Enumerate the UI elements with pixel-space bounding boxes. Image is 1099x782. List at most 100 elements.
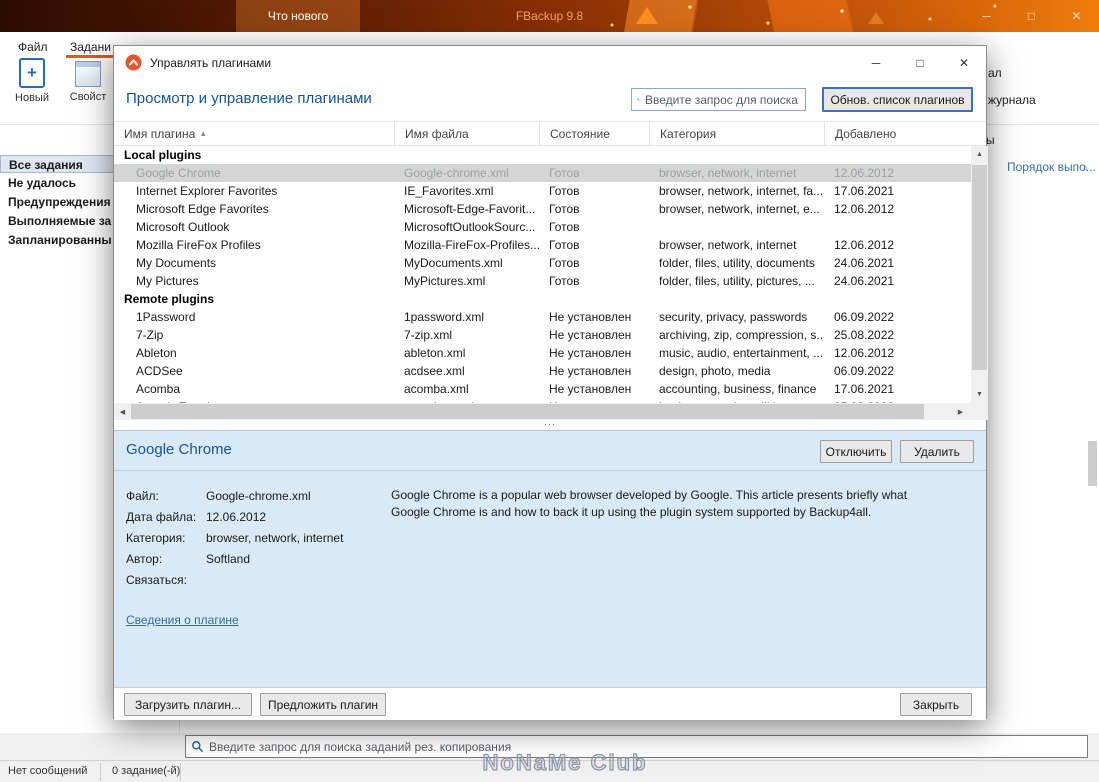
- table-row[interactable]: Microsoft Outlook MicrosoftOutlookSourc.…: [114, 218, 971, 236]
- maximize-button[interactable]: □: [1009, 0, 1054, 32]
- close-button[interactable]: ✕: [1054, 0, 1099, 32]
- cell-file-name: acdsee.xml: [404, 364, 465, 378]
- field-label: Файл:: [126, 489, 159, 503]
- task-search-box[interactable]: [185, 735, 1088, 758]
- cell-plugin-name: 7-Zip: [136, 328, 164, 342]
- column-header-state[interactable]: Состояние: [539, 122, 649, 146]
- minimize-button[interactable]: ─: [964, 0, 1009, 32]
- column-header-plugin-name[interactable]: Имя плагина ▲: [114, 122, 394, 146]
- status-messages: Нет сообщений: [8, 765, 88, 777]
- properties-label: Свойст: [69, 91, 107, 103]
- cell-plugin-name: Internet Explorer Favorites: [136, 184, 278, 198]
- details-divider: [114, 470, 986, 471]
- dialog-controls: ─ □ ✕: [854, 46, 986, 79]
- field-file: Файл: Google-chrome.xml: [126, 486, 343, 507]
- table-vertical-scrollbar[interactable]: ▲ ▼: [971, 146, 988, 403]
- table-row[interactable]: Microsoft Edge Favorites Microsoft-Edge-…: [114, 200, 971, 218]
- cell-state: Не установлен: [549, 328, 632, 342]
- table-row[interactable]: 1Password 1password.xml Не установлен se…: [114, 308, 971, 326]
- column-header-file-name[interactable]: Имя файла: [394, 122, 539, 146]
- cell-file-name: acomba.xml: [404, 382, 469, 396]
- main-list-scrollbar-thumb[interactable]: [1088, 441, 1097, 486]
- dialog-close-button[interactable]: ✕: [942, 46, 986, 79]
- table-row[interactable]: My Documents MyDocuments.xml Готов folde…: [114, 254, 971, 272]
- suggest-plugin-button[interactable]: Предложить плагин: [260, 693, 386, 716]
- status-task-count: 0 задание(-й): [112, 765, 181, 777]
- dialog-titlebar: Управлять плагинами ─ □ ✕: [114, 46, 986, 79]
- table-row[interactable]: Internet Explorer Favorites IE_Favorites…: [114, 182, 971, 200]
- field-value: browser, network, internet: [206, 531, 344, 545]
- cell-state: Готов: [549, 202, 580, 216]
- fbackup-main-window: Что нового FBackup 9.8 ─ □ ✕ Файл Задани…: [0, 0, 1099, 782]
- window-controls: ─ □ ✕: [964, 0, 1099, 32]
- refresh-plugin-list-button[interactable]: Обнов. список плагинов: [822, 87, 973, 112]
- table-group-row: Remote plugins: [124, 292, 215, 306]
- vertical-scrollbar-thumb[interactable]: [972, 165, 987, 370]
- cell-added: 12.06.2012: [834, 346, 895, 360]
- disable-plugin-button[interactable]: Отключить: [820, 440, 892, 463]
- field-label: Категория:: [126, 531, 186, 545]
- cell-added: 24.06.2021: [834, 274, 895, 288]
- table-row[interactable]: Google Chrome Google-chrome.xml Готов br…: [114, 164, 971, 182]
- cell-state: Не установлен: [549, 346, 632, 360]
- column-header-category[interactable]: Категория: [649, 122, 824, 146]
- tab-tasks[interactable]: Задани: [66, 36, 115, 58]
- task-search-input[interactable]: [209, 739, 1082, 754]
- plugin-search-box[interactable]: [631, 88, 806, 111]
- cell-added: 12.06.2012: [834, 166, 895, 180]
- titlebar-triangle-decoration-2: [868, 12, 884, 24]
- cell-state: Готов: [549, 256, 580, 270]
- status-separator: [100, 763, 101, 781]
- dialog-footer-close-button[interactable]: Закрыть: [900, 693, 972, 716]
- cell-plugin-name: My Documents: [136, 256, 217, 270]
- cell-file-name: MyPictures.xml: [404, 274, 486, 288]
- dialog-heading: Просмотр и управление плагинами: [126, 90, 372, 107]
- column-header-added[interactable]: Добавлено: [824, 122, 986, 146]
- window-title: FBackup 9.8: [515, 9, 584, 23]
- scroll-left-icon[interactable]: ◀: [114, 403, 131, 420]
- cell-file-name: Microsoft-Edge-Favorit...: [404, 202, 536, 216]
- plugin-search-input[interactable]: [645, 92, 800, 107]
- cell-category: browser, network, internet, fa...: [659, 184, 824, 198]
- search-icon: [637, 98, 640, 101]
- cell-plugin-name: Microsoft Outlook: [136, 220, 230, 234]
- field-value: Softland: [206, 552, 251, 566]
- properties-button[interactable]: Свойст: [62, 58, 114, 120]
- field-author: Автор: Softland: [126, 549, 343, 570]
- cell-category: [649, 218, 824, 236]
- cell-plugin-name: Google Chrome: [136, 166, 221, 180]
- table-row[interactable]: ACDSee acdsee.xml Не установлен design, …: [114, 362, 971, 380]
- scroll-up-icon[interactable]: ▲: [971, 146, 988, 163]
- whats-new-tab[interactable]: Что нового: [236, 0, 360, 32]
- scroll-right-icon[interactable]: ▶: [952, 403, 969, 420]
- cell-added: 17.06.2021: [834, 184, 895, 198]
- delete-plugin-button[interactable]: Удалить: [900, 440, 974, 463]
- tab-file[interactable]: Файл: [14, 36, 52, 58]
- new-task-button[interactable]: + Новый: [6, 58, 58, 120]
- plugin-details-panel: Google Chrome Отключить Удалить Файл: Goo…: [114, 430, 986, 687]
- horizontal-scrollbar-thumb[interactable]: [131, 404, 924, 419]
- field-category: Категория: browser, network, internet: [126, 528, 343, 549]
- panel-splitter[interactable]: ···: [114, 420, 986, 430]
- cell-added: 17.06.2021: [834, 382, 895, 396]
- table-row[interactable]: My Pictures MyPictures.xml Готов folder,…: [114, 272, 971, 290]
- cell-added: 12.06.2012: [834, 238, 895, 252]
- cell-category: browser, network, internet: [659, 238, 797, 252]
- scroll-down-icon[interactable]: ▼: [971, 386, 988, 403]
- dialog-maximize-button[interactable]: □: [898, 46, 942, 79]
- table-row[interactable]: Acomba acomba.xml Не установлен accounti…: [114, 380, 971, 398]
- download-plugin-button[interactable]: Загрузить плагин...: [124, 693, 252, 716]
- table-horizontal-scrollbar[interactable]: ◀ ▶: [114, 403, 988, 420]
- field-value: 12.06.2012: [206, 510, 267, 524]
- table-row[interactable]: Ableton ableton.xml Не установлен music,…: [114, 344, 971, 362]
- content-fragment-1: ы: [986, 133, 995, 147]
- properties-icon: [75, 61, 101, 87]
- dialog-minimize-button[interactable]: ─: [854, 46, 898, 79]
- plugin-info-link[interactable]: Сведения о плагине: [126, 613, 239, 627]
- table-row[interactable]: Mozilla FireFox Profiles Mozilla-FireFox…: [114, 236, 971, 254]
- cell-file-name: MyDocuments.xml: [404, 256, 503, 270]
- cell-state: Готов: [549, 274, 580, 288]
- window-titlebar: Что нового FBackup 9.8 ─ □ ✕: [0, 0, 1099, 32]
- cell-category: browser, network, internet: [659, 166, 797, 180]
- table-row[interactable]: 7-Zip 7-zip.xml Не установлен archiving,…: [114, 326, 971, 344]
